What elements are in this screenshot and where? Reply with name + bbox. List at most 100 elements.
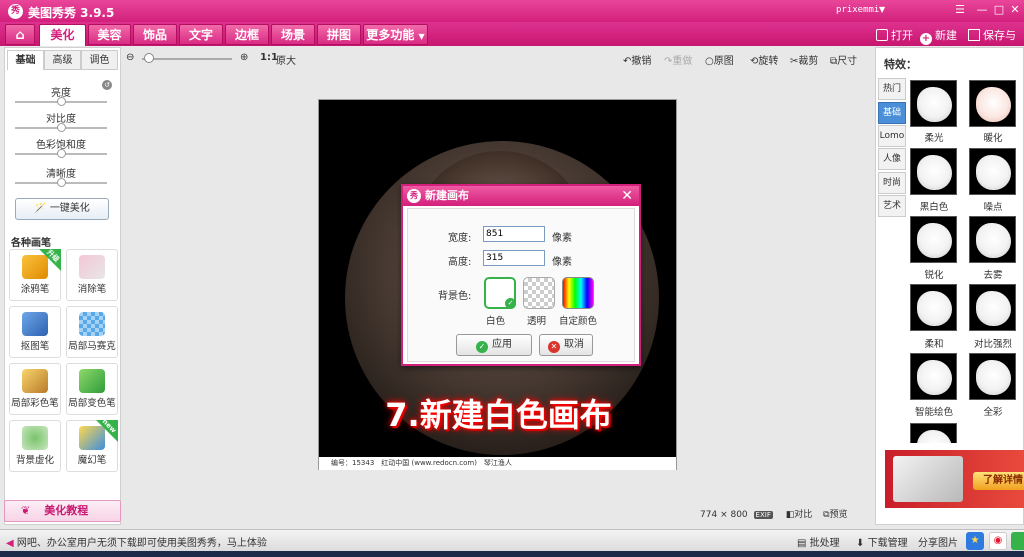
effect-soft-light[interactable] [910,80,957,127]
username[interactable]: prixemmi [836,5,879,15]
zoom-slider[interactable] [142,58,232,60]
category-basic[interactable]: 基础 [878,102,906,124]
eraser-brush-button[interactable]: 消除笔 [66,249,118,301]
redo-button[interactable]: ↷重做 [664,52,692,67]
effect-dehaze[interactable] [969,216,1016,263]
effect-high-contrast[interactable] [969,284,1016,331]
custom-color-swatch[interactable] [562,277,594,309]
exif-button[interactable]: EXIF [753,511,773,519]
menu-icon[interactable]: ☰ [951,2,969,18]
effect-noise[interactable] [969,148,1016,195]
effect-smart-color[interactable] [910,353,957,400]
crop-button[interactable]: ✂裁剪 [790,52,818,67]
zoom-out-icon[interactable]: ⊖ [126,52,134,63]
tab-accessories[interactable]: 饰品 [133,24,177,45]
share-button[interactable]: 分享图片 [918,534,958,549]
new-button[interactable]: + 新建 [920,27,957,45]
one-key-beautify-button[interactable]: 🪄 一键美化 [15,198,109,220]
learn-more-button[interactable]: 了解详情 [973,472,1024,490]
effect-label: 全彩 [983,407,1003,418]
subtab-color[interactable]: 调色 [81,50,118,70]
custom-color-label: 自定颜色 [559,316,598,327]
effect-black-white[interactable] [910,148,957,195]
category-art[interactable]: 艺术 [878,195,906,217]
zoom-in-icon[interactable]: ⊕ [240,52,248,63]
cancel-icon: ✕ [548,341,560,353]
height-input[interactable] [483,250,545,266]
effects-title: 特效： [884,58,917,71]
effect-label: 对比强烈 [973,339,1012,350]
promo-message[interactable]: ◀ 网吧、办公室用户无须下载即可使用美图秀秀，马上体验 [6,534,267,549]
contrast-knob[interactable] [57,123,66,132]
background-blur-button[interactable]: 背景虚化 [9,420,61,472]
sharpness-knob[interactable] [57,178,66,187]
close-icon[interactable]: ✕ [621,188,633,204]
effect-preview [917,87,952,122]
close-button[interactable]: ✕ [1006,2,1024,18]
recolor-brush-button[interactable]: 局部变色笔 [66,363,118,415]
brushes-section-title: 各种画笔 [11,238,51,249]
effect-partial[interactable] [910,423,957,443]
white-swatch[interactable]: ✓ [484,277,516,309]
subtab-advanced[interactable]: 高级 [44,50,81,70]
minimize-button[interactable]: — [973,2,991,18]
original-size-button[interactable]: 原大 [276,52,296,67]
check-icon: ✓ [505,298,516,309]
tutorial-button[interactable]: ❦ 美化教程 [4,500,121,522]
qzone-star-icon[interactable]: ★ [966,532,984,550]
category-fashion[interactable]: 时尚 [878,172,906,194]
effect-warm[interactable] [969,80,1016,127]
undo-button[interactable]: ↶撤销 [623,52,651,67]
transparent-swatch[interactable] [523,277,555,309]
compare-icon: ◧ [785,510,795,520]
batch-button[interactable]: ▤ 批处理 [797,534,840,549]
original-button[interactable]: ○原图 [705,52,734,67]
tab-frame[interactable]: 边框 [225,24,269,45]
brush-label: 局部彩色笔 [11,398,59,409]
category-portrait[interactable]: 人像 [878,148,906,170]
color-brush-button[interactable]: 局部彩色笔 [9,363,61,415]
effect-sharpen[interactable] [910,216,957,263]
saturation-knob[interactable] [57,149,66,158]
tab-collage[interactable]: 拼图 [317,24,361,45]
tab-beautify[interactable]: 美化 [39,24,86,46]
zoom-knob[interactable] [144,53,154,63]
tab-more-features[interactable]: 更多功能 ▼ [363,24,428,45]
chevron-down-icon[interactable]: ▼ [879,5,885,14]
open-button[interactable]: 打开 [876,27,913,43]
brightness-knob[interactable] [57,97,66,106]
tab-scene[interactable]: 场景 [271,24,315,45]
edit-toolbar: ⊖ ⊕ 1:1 原大 ↶撤销 ↷重做 ○原图 ⟲旋转 ✂裁剪 ⧉尺寸 [126,52,871,70]
doodle-brush-button[interactable]: 涂鸦笔 升级 [9,248,61,301]
download-manager-button[interactable]: ⬇ 下载管理 [856,534,908,549]
rotate-button[interactable]: ⟲旋转 [750,52,778,67]
effect-soft[interactable] [910,284,957,331]
subtab-basic[interactable]: 基础 [7,50,44,70]
mosaic-brush-button[interactable]: 局部马赛克 [66,306,118,358]
preview-label: 预览 [829,510,848,520]
category-hot[interactable]: 热门 [878,78,906,100]
ad-banner[interactable]: 了解详情 [885,450,1024,508]
cutout-brush-button[interactable]: 抠图笔 [9,306,61,358]
width-unit: 像素 [552,233,572,244]
mosaic-icon [79,312,105,336]
apply-button[interactable]: ✓ 应用 [456,334,532,356]
effect-label: 柔光 [924,133,944,144]
tutorial-caption: 7.新建白色画布 [385,396,612,434]
magic-brush-button[interactable]: 魔幻笔 new [66,417,118,472]
compare-button[interactable]: ◧对比 [786,510,813,520]
tab-text[interactable]: 文字 [179,24,223,45]
preview-button[interactable]: ⧉预览 [823,510,847,520]
weibo-icon[interactable]: ◉ [989,532,1007,550]
resize-button[interactable]: ⧉尺寸 [830,52,857,67]
more-share-icon[interactable] [1011,532,1024,550]
magic-wand-icon: 🪄 [34,203,47,214]
tab-beauty[interactable]: 美容 [88,24,131,45]
brush-label: 消除笔 [77,284,107,295]
brush-label: 局部变色笔 [68,398,116,409]
cancel-button[interactable]: ✕ 取消 [539,334,593,356]
category-lomo[interactable]: Lomo [878,125,906,147]
tab-home[interactable]: ⌂ [5,24,35,45]
width-input[interactable] [483,226,545,242]
effect-full-color[interactable] [969,353,1016,400]
